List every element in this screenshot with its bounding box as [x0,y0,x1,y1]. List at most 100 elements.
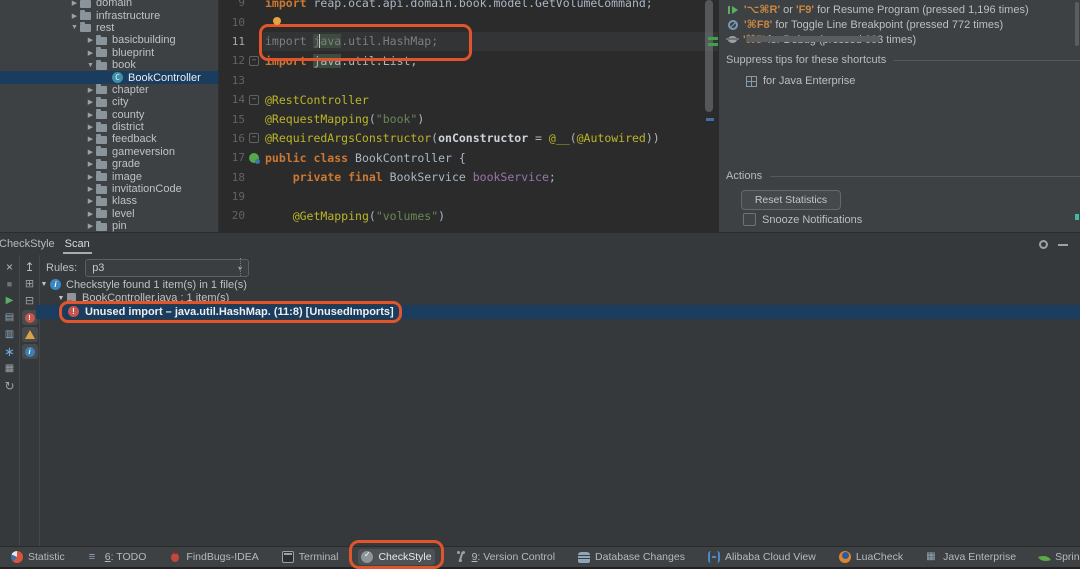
tree-item-district[interactable]: ▶district [0,121,218,133]
fold-icon[interactable]: − [249,95,259,105]
editor-line-19[interactable]: 19 [219,187,719,206]
tree-item-county[interactable]: ▶county [0,109,218,121]
statusbar-item-checkstyle[interactable]: CheckStyle [358,549,434,565]
check-project-icon[interactable]: ▥ [1,326,18,343]
gear-icon[interactable] [1039,240,1048,249]
code-text[interactable] [263,187,719,206]
snooze-notifications-checkbox[interactable]: Snooze Notifications [743,213,862,226]
chevron-collapsed-icon[interactable]: ▶ [85,222,96,230]
tree-item-invitationCode[interactable]: ▶invitationCode [0,183,218,195]
tree-item-gameversion[interactable]: ▶gameversion [0,146,218,158]
statusbar-item-6-todo[interactable]: 6: TODO [85,549,150,565]
editor-lines[interactable]: 9import reap.ocat.api.domain.book.model.… [219,0,719,226]
chevron-collapsed-icon[interactable]: ▶ [85,160,96,168]
horizontal-scrollbar[interactable] [746,36,880,42]
chevron-collapsed-icon[interactable]: ▶ [85,111,96,119]
code-text[interactable]: private final BookService bookService; [263,168,719,187]
tree-item-city[interactable]: ▶city [0,96,218,108]
tab-scan[interactable]: Scan [63,235,92,254]
chevron-expanded-icon[interactable]: ▼ [55,295,67,302]
refresh-icon[interactable]: ↻ [1,377,18,394]
statusbar-item-terminal[interactable]: Terminal [279,549,342,565]
tree-item-book[interactable]: ▼book [0,59,218,71]
fold-icon[interactable]: − [249,133,259,143]
statusbar-item-alibaba-cloud-view[interactable]: Alibaba Cloud View [705,549,819,565]
chevron-expanded-icon[interactable]: ▼ [38,281,50,288]
rules-dropdown[interactable]: p3 ▾ [85,259,249,277]
chevron-collapsed-icon[interactable]: ▶ [85,185,96,193]
code-text[interactable]: import java.util.List; [263,51,719,70]
statusbar-item-java-enterprise[interactable]: Java Enterprise [923,549,1019,565]
chevron-collapsed-icon[interactable]: ▶ [69,0,80,7]
editor-line-15[interactable]: 15@RequestMapping("book") [219,109,719,128]
code-text[interactable]: @RestController [263,90,719,109]
tree-item-domain[interactable]: ▶domain [0,0,218,9]
statusbar-item-statistic[interactable]: Statistic [8,549,68,565]
tree-item-basicbuilding[interactable]: ▶basicbuilding [0,34,218,46]
suppress-item-java-enterprise[interactable]: for Java Enterprise [746,75,855,87]
code-text[interactable]: @RequestMapping("book") [263,109,719,128]
chevron-collapsed-icon[interactable]: ▶ [85,98,96,106]
statusbar-item-9-version-control[interactable]: 9: Version Control [452,549,558,565]
result-tree-row[interactable]: !Unused import – java.util.HashMap. (11:… [36,305,1080,319]
code-editor[interactable]: 9import reap.ocat.api.domain.book.model.… [218,0,719,232]
chevron-collapsed-icon[interactable]: ▶ [85,148,96,156]
chevron-collapsed-icon[interactable]: ▶ [85,123,96,131]
checkstyle-results-tree[interactable]: ▼iCheckstyle found 1 item(s) in 1 file(s… [36,278,1080,319]
editor-line-10[interactable]: 10 [219,12,719,31]
tree-item-grade[interactable]: ▶grade [0,158,218,170]
tree-item-rest[interactable]: ▼rest [0,22,218,34]
chevron-collapsed-icon[interactable]: ▶ [85,173,96,181]
code-text[interactable]: import reap.ocat.api.domain.book.model.G… [263,0,719,12]
vertical-scrollbar[interactable] [1075,2,1079,46]
code-text[interactable]: @RequiredArgsConstructor(onConstructor =… [263,129,719,148]
tree-item-infrastructure[interactable]: ▶infrastructure [0,9,218,21]
tree-item-pin[interactable]: ▶pin [0,220,218,232]
checkbox-icon[interactable] [743,213,756,226]
clear-results-icon[interactable]: ∗ [1,343,18,360]
close-icon[interactable]: × [1,258,18,275]
chevron-collapsed-icon[interactable]: ▶ [85,36,96,44]
report-icon[interactable]: ▦ [1,360,18,377]
spring-bean-icon[interactable] [249,153,259,163]
editor-line-13[interactable]: 13 [219,71,719,90]
filter-warnings-icon[interactable] [22,327,38,342]
project-tree[interactable]: ▶domain▶infrastructure▼rest▶basicbuildin… [0,0,218,232]
chevron-collapsed-icon[interactable]: ▶ [85,86,96,94]
tree-item-image[interactable]: ▶image [0,170,218,182]
intention-bulb-icon[interactable] [273,17,281,25]
stop-icon[interactable]: ■ [1,275,18,292]
statusbar-item-luacheck[interactable]: LuaCheck [836,549,906,565]
statusbar-item-database-changes[interactable]: Database Changes [575,549,688,565]
chevron-collapsed-icon[interactable]: ▶ [69,12,80,20]
tree-item-chapter[interactable]: ▶chapter [0,84,218,96]
code-text[interactable] [263,12,719,31]
navigate-source-icon[interactable]: ↥ [21,258,38,275]
chevron-collapsed-icon[interactable]: ▶ [85,210,96,218]
chevron-expanded-icon[interactable]: ▼ [69,24,80,31]
chevron-collapsed-icon[interactable]: ▶ [85,135,96,143]
editor-line-9[interactable]: 9import reap.ocat.api.domain.book.model.… [219,0,719,12]
editor-scrollbar[interactable] [705,0,713,112]
run-check-icon[interactable]: ▶ [1,292,18,309]
editor-line-18[interactable]: 18 private final BookService bookService… [219,168,719,187]
editor-line-17[interactable]: 17public class BookController { [219,148,719,167]
tree-item-blueprint[interactable]: ▶blueprint [0,47,218,59]
editor-line-12[interactable]: 12−import java.util.List; [219,51,719,70]
minimize-icon[interactable] [1058,244,1068,246]
editor-line-11[interactable]: 11import java.util.HashMap; [219,32,719,51]
code-text[interactable] [263,71,719,90]
info-stripe-mark[interactable] [706,118,714,121]
code-text[interactable]: import java.util.HashMap; [263,32,719,51]
result-tree-row[interactable]: ▼iCheckstyle found 1 item(s) in 1 file(s… [36,278,1080,292]
fold-icon[interactable]: − [249,56,259,66]
filter-info-icon[interactable]: i [22,344,38,359]
reset-statistics-button[interactable]: Reset Statistics [741,190,841,210]
statusbar-item-spring[interactable]: Spring [1036,549,1080,565]
chevron-collapsed-icon[interactable]: ▶ [85,49,96,57]
editor-line-14[interactable]: 14−@RestController [219,90,719,109]
tree-item-feedback[interactable]: ▶feedback [0,133,218,145]
editor-line-16[interactable]: 16−@RequiredArgsConstructor(onConstructo… [219,129,719,148]
editor-line-20[interactable]: 20 @GetMapping("volumes") [219,206,719,225]
check-module-icon[interactable]: ▤ [1,309,18,326]
